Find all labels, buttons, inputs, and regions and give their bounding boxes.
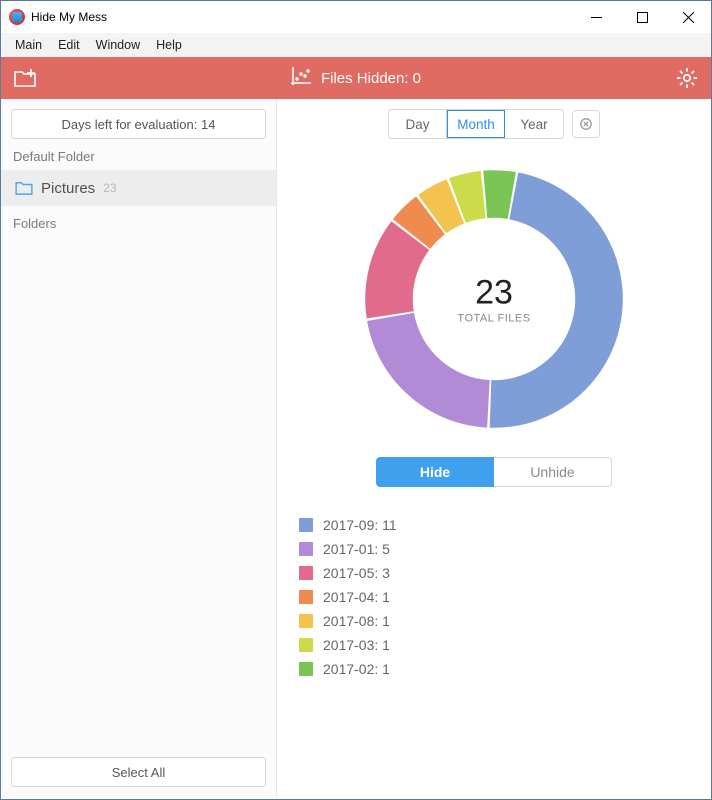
legend-item[interactable]: 2017-04: 1 xyxy=(299,585,693,609)
window-title: Hide My Mess xyxy=(31,10,573,24)
body: Days left for evaluation: 14 Default Fol… xyxy=(1,99,711,797)
minimize-button[interactable] xyxy=(573,1,619,33)
sidebar-section-folders: Folders xyxy=(1,206,276,237)
legend: 2017-09: 11 2017-01: 5 2017-05: 3 2017-04: … xyxy=(295,513,693,681)
legend-swatch xyxy=(299,518,313,532)
legend-swatch xyxy=(299,638,313,652)
legend-item[interactable]: 2017-05: 3 xyxy=(299,561,693,585)
legend-label: 2017-03: 1 xyxy=(323,637,390,653)
chart-icon xyxy=(291,67,311,90)
tab-month[interactable]: Month xyxy=(447,110,505,138)
legend-item[interactable]: 2017-03: 1 xyxy=(299,633,693,657)
legend-swatch xyxy=(299,662,313,676)
legend-item[interactable]: 2017-01: 5 xyxy=(299,537,693,561)
maximize-button[interactable] xyxy=(619,1,665,33)
evaluation-banner[interactable]: Days left for evaluation: 14 xyxy=(11,109,266,139)
clear-filter-button[interactable] xyxy=(572,110,600,138)
donut-chart: 23 TOTAL FILES xyxy=(354,159,634,439)
add-folder-button[interactable] xyxy=(13,69,37,87)
time-range-tabs: Day Month Year xyxy=(295,109,693,139)
app-icon xyxy=(9,9,25,25)
menu-help[interactable]: Help xyxy=(148,36,190,54)
toolbar: Files Hidden: 0 xyxy=(1,57,711,99)
legend-swatch xyxy=(299,614,313,628)
sidebar-section-default: Default Folder xyxy=(1,139,276,170)
legend-label: 2017-04: 1 xyxy=(323,589,390,605)
files-hidden-status: Files Hidden: 0 xyxy=(321,70,421,87)
tab-day[interactable]: Day xyxy=(389,110,447,138)
donut-slice[interactable] xyxy=(367,313,490,428)
chart-total-label: TOTAL FILES xyxy=(457,313,530,325)
unhide-button[interactable]: Unhide xyxy=(494,457,612,487)
hide-button[interactable]: Hide xyxy=(376,457,494,487)
sidebar: Days left for evaluation: 14 Default Fol… xyxy=(1,99,277,797)
chart-center-label: 23 TOTAL FILES xyxy=(457,274,530,325)
menubar: Main Edit Window Help xyxy=(1,33,711,57)
legend-swatch xyxy=(299,542,313,556)
settings-button[interactable] xyxy=(675,68,699,88)
chart-total-number: 23 xyxy=(457,274,530,313)
select-all-button[interactable]: Select All xyxy=(11,757,266,787)
tab-year[interactable]: Year xyxy=(505,110,563,138)
main-panel: Day Month Year 23 TOTAL FILES Hide Unhid… xyxy=(277,99,711,797)
folder-icon xyxy=(15,181,33,195)
legend-swatch xyxy=(299,590,313,604)
legend-label: 2017-09: 11 xyxy=(323,517,397,533)
menu-main[interactable]: Main xyxy=(7,36,50,54)
sidebar-item-pictures[interactable]: Pictures 23 xyxy=(1,170,276,206)
hide-unhide-toggle: Hide Unhide xyxy=(295,457,693,487)
legend-label: 2017-08: 1 xyxy=(323,613,390,629)
legend-item[interactable]: 2017-02: 1 xyxy=(299,657,693,681)
legend-item[interactable]: 2017-09: 11 xyxy=(299,513,693,537)
folder-count: 23 xyxy=(103,181,116,195)
menu-edit[interactable]: Edit xyxy=(50,36,88,54)
legend-label: 2017-01: 5 xyxy=(323,541,390,557)
legend-label: 2017-02: 1 xyxy=(323,661,390,677)
close-button[interactable] xyxy=(665,1,711,33)
legend-swatch xyxy=(299,566,313,580)
titlebar: Hide My Mess xyxy=(1,1,711,33)
menu-window[interactable]: Window xyxy=(88,36,148,54)
folder-name: Pictures xyxy=(41,180,95,197)
legend-item[interactable]: 2017-08: 1 xyxy=(299,609,693,633)
legend-label: 2017-05: 3 xyxy=(323,565,390,581)
